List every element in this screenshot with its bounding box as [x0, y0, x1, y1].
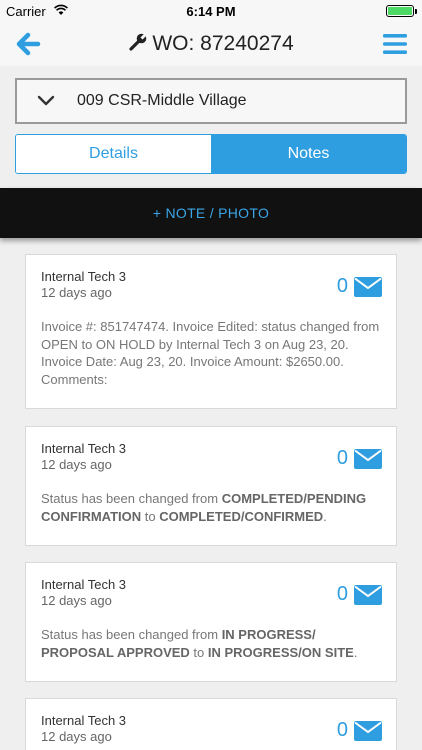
note-card: Internal Tech 3 12 days ago 0 Status has… [25, 562, 397, 682]
work-order-title: WO: 87240274 [0, 32, 422, 56]
status-change-prefix: Status has been changed from [41, 627, 222, 642]
location-value: 009 CSR-Middle Village [77, 92, 247, 109]
note-author: Internal Tech 3 [41, 577, 127, 592]
status-change-suffix: . [323, 508, 327, 524]
status-to: COMPLETED/CONFIRMED [159, 508, 324, 524]
note-timestamp: 12 days ago [41, 593, 112, 608]
navigation-bar: WO: 87240274 [0, 22, 422, 66]
status-change-connector: to [141, 508, 160, 524]
location-dropdown[interactable]: 009 CSR-Middle Village [15, 78, 407, 124]
chevron-down-icon [37, 95, 55, 106]
reply-count: 0 [336, 447, 348, 469]
note-timestamp: 12 days ago [41, 457, 112, 472]
tab-notes[interactable]: Notes [211, 135, 406, 173]
battery-icon [386, 5, 417, 17]
wrench-icon [129, 32, 148, 51]
note-text: Invoice #: 851747474. Invoice Edited: st… [41, 319, 380, 387]
note-card: Internal Tech 3 12 days ago 0 Status has… [25, 426, 397, 546]
clock: 6:14 PM [186, 4, 236, 19]
status-change-connector: to [189, 644, 208, 660]
reply-count: 0 [336, 275, 348, 297]
note-text: Status has been changed from IN PROGRESS… [41, 626, 386, 661]
add-note-photo-bar: + NOTE / PHOTO [0, 188, 422, 238]
status-to: IN PROGRESS/ON SITE [207, 644, 354, 660]
note-card: Internal Tech 3 12 days ago 0 [25, 698, 397, 750]
status-change-suffix: . [353, 644, 358, 660]
envelope-icon[interactable] [354, 277, 382, 297]
status-bar: Carrier 6:14 PM [0, 0, 422, 22]
envelope-icon[interactable] [354, 721, 382, 741]
note-text: Status has been changed from COMPLETED/P… [41, 490, 386, 525]
hamburger-menu-icon[interactable] [382, 32, 408, 56]
add-note-photo-button[interactable]: + NOTE / PHOTO [153, 205, 269, 221]
note-timestamp: 12 days ago [41, 729, 112, 744]
reply-count: 0 [336, 583, 348, 605]
details-notes-segmented-control: Details Notes [15, 134, 407, 174]
envelope-icon[interactable] [354, 585, 382, 605]
note-author: Internal Tech 3 [41, 441, 127, 456]
tab-details[interactable]: Details [16, 135, 211, 173]
status-change-prefix: Status has been changed from [41, 491, 222, 506]
note-author: Internal Tech 3 [41, 269, 127, 284]
reply-count: 0 [336, 719, 348, 741]
work-order-number: WO: 87240274 [152, 32, 294, 55]
envelope-icon[interactable] [354, 449, 382, 469]
note-card: Internal Tech 3 12 days ago 0 Invoice #:… [25, 254, 397, 409]
note-timestamp: 12 days ago [41, 285, 112, 300]
note-author: Internal Tech 3 [41, 713, 127, 728]
